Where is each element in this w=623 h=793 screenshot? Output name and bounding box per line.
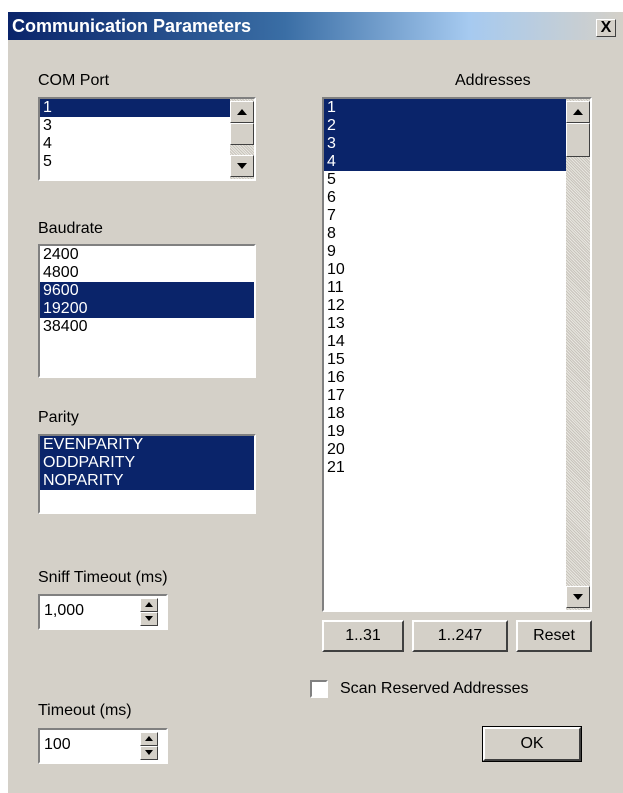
address-item[interactable]: 19	[324, 423, 566, 441]
timeout-spinner[interactable]	[140, 732, 158, 760]
close-icon: X	[600, 19, 612, 36]
address-item[interactable]: 9	[324, 243, 566, 261]
address-item[interactable]: 17	[324, 387, 566, 405]
addresses-scrollbar[interactable]	[566, 99, 590, 610]
sniff-timeout-value[interactable]: 1,000	[44, 602, 84, 620]
timeout-label: Timeout (ms)	[38, 702, 132, 719]
address-item[interactable]: 5	[324, 171, 566, 189]
address-item[interactable]: 14	[324, 333, 566, 351]
com-port-item[interactable]: 1	[40, 99, 230, 117]
range-1-31-button[interactable]: 1..31	[322, 620, 404, 652]
parity-item[interactable]: ODDPARITY	[40, 454, 254, 472]
timeout-down-button[interactable]	[140, 746, 158, 760]
address-item[interactable]: 18	[324, 405, 566, 423]
timeout-spinbox[interactable]: 100	[38, 728, 168, 764]
com-port-label: COM Port	[38, 72, 110, 89]
com-port-item[interactable]: 5	[40, 153, 230, 171]
sniff-timeout-up-button[interactable]	[140, 598, 158, 612]
com-port-item[interactable]: 3	[40, 117, 230, 135]
scan-reserved-label[interactable]: Scan Reserved Addresses	[340, 680, 529, 698]
address-item[interactable]: 20	[324, 441, 566, 459]
range-1-247-button[interactable]: 1..247	[412, 620, 508, 652]
timeout-value[interactable]: 100	[44, 736, 71, 754]
address-item[interactable]: 4	[324, 153, 566, 171]
sniff-timeout-spinbox[interactable]: 1,000	[38, 594, 168, 630]
com-port-listbox[interactable]: 1 3 4 5	[38, 97, 256, 181]
parity-label: Parity	[38, 409, 79, 426]
arrow-up-icon	[237, 109, 247, 115]
address-item[interactable]: 15	[324, 351, 566, 369]
baudrate-item[interactable]: 9600	[40, 282, 254, 300]
address-item[interactable]: 21	[324, 459, 566, 477]
com-port-scroll-thumb[interactable]	[230, 123, 254, 145]
close-button[interactable]: X	[596, 19, 616, 37]
address-item[interactable]: 10	[324, 261, 566, 279]
baudrate-item[interactable]: 38400	[40, 318, 254, 336]
baudrate-label: Baudrate	[38, 220, 103, 237]
address-item[interactable]: 2	[324, 117, 566, 135]
spin-up-icon	[145, 602, 153, 607]
reset-button[interactable]: Reset	[516, 620, 592, 652]
com-port-scroll-down-button[interactable]	[230, 155, 254, 177]
addresses-scroll-down-button[interactable]	[566, 586, 590, 608]
sniff-timeout-down-button[interactable]	[140, 612, 158, 626]
com-port-scroll-up-button[interactable]	[230, 101, 254, 123]
address-item[interactable]: 8	[324, 225, 566, 243]
address-item[interactable]: 1	[324, 99, 566, 117]
spin-down-icon	[145, 616, 153, 621]
baudrate-item[interactable]: 2400	[40, 246, 254, 264]
address-item[interactable]: 3	[324, 135, 566, 153]
parity-item[interactable]: NOPARITY	[40, 472, 254, 490]
baudrate-listbox[interactable]: 2400 4800 9600 19200 38400	[38, 244, 256, 378]
sniff-timeout-spinner[interactable]	[140, 598, 158, 626]
arrow-up-icon	[573, 109, 583, 115]
address-item[interactable]: 13	[324, 315, 566, 333]
addresses-scroll-up-button[interactable]	[566, 101, 590, 123]
ok-button[interactable]: OK	[482, 726, 582, 762]
spin-down-icon	[145, 750, 153, 755]
address-item[interactable]: 12	[324, 297, 566, 315]
arrow-down-icon	[573, 594, 583, 600]
communication-parameters-dialog: Communication Parameters X COM Port 1 3 …	[8, 12, 623, 793]
baudrate-item[interactable]: 4800	[40, 264, 254, 282]
address-item[interactable]: 6	[324, 189, 566, 207]
address-item[interactable]: 11	[324, 279, 566, 297]
address-item[interactable]: 16	[324, 369, 566, 387]
sniff-timeout-label: Sniff Timeout (ms)	[38, 569, 168, 586]
addresses-label: Addresses	[455, 72, 531, 89]
baudrate-item[interactable]: 19200	[40, 300, 254, 318]
timeout-up-button[interactable]	[140, 732, 158, 746]
parity-listbox[interactable]: EVENPARITY ODDPARITY NOPARITY	[38, 434, 256, 514]
scan-reserved-checkbox[interactable]	[310, 680, 328, 698]
addresses-listbox[interactable]: 1 2 3 4 5 6 7 8 9 10 11 12 13 14 15 16 17 18 19 20 21	[322, 97, 592, 612]
com-port-scrollbar[interactable]	[230, 99, 254, 179]
window-title: Communication Parameters	[12, 16, 252, 36]
arrow-down-icon	[237, 163, 247, 169]
com-port-item[interactable]: 4	[40, 135, 230, 153]
title-bar[interactable]: Communication Parameters X	[8, 12, 623, 40]
spin-up-icon	[145, 736, 153, 741]
addresses-scroll-thumb[interactable]	[566, 123, 590, 157]
parity-item[interactable]: EVENPARITY	[40, 436, 254, 454]
address-item[interactable]: 7	[324, 207, 566, 225]
